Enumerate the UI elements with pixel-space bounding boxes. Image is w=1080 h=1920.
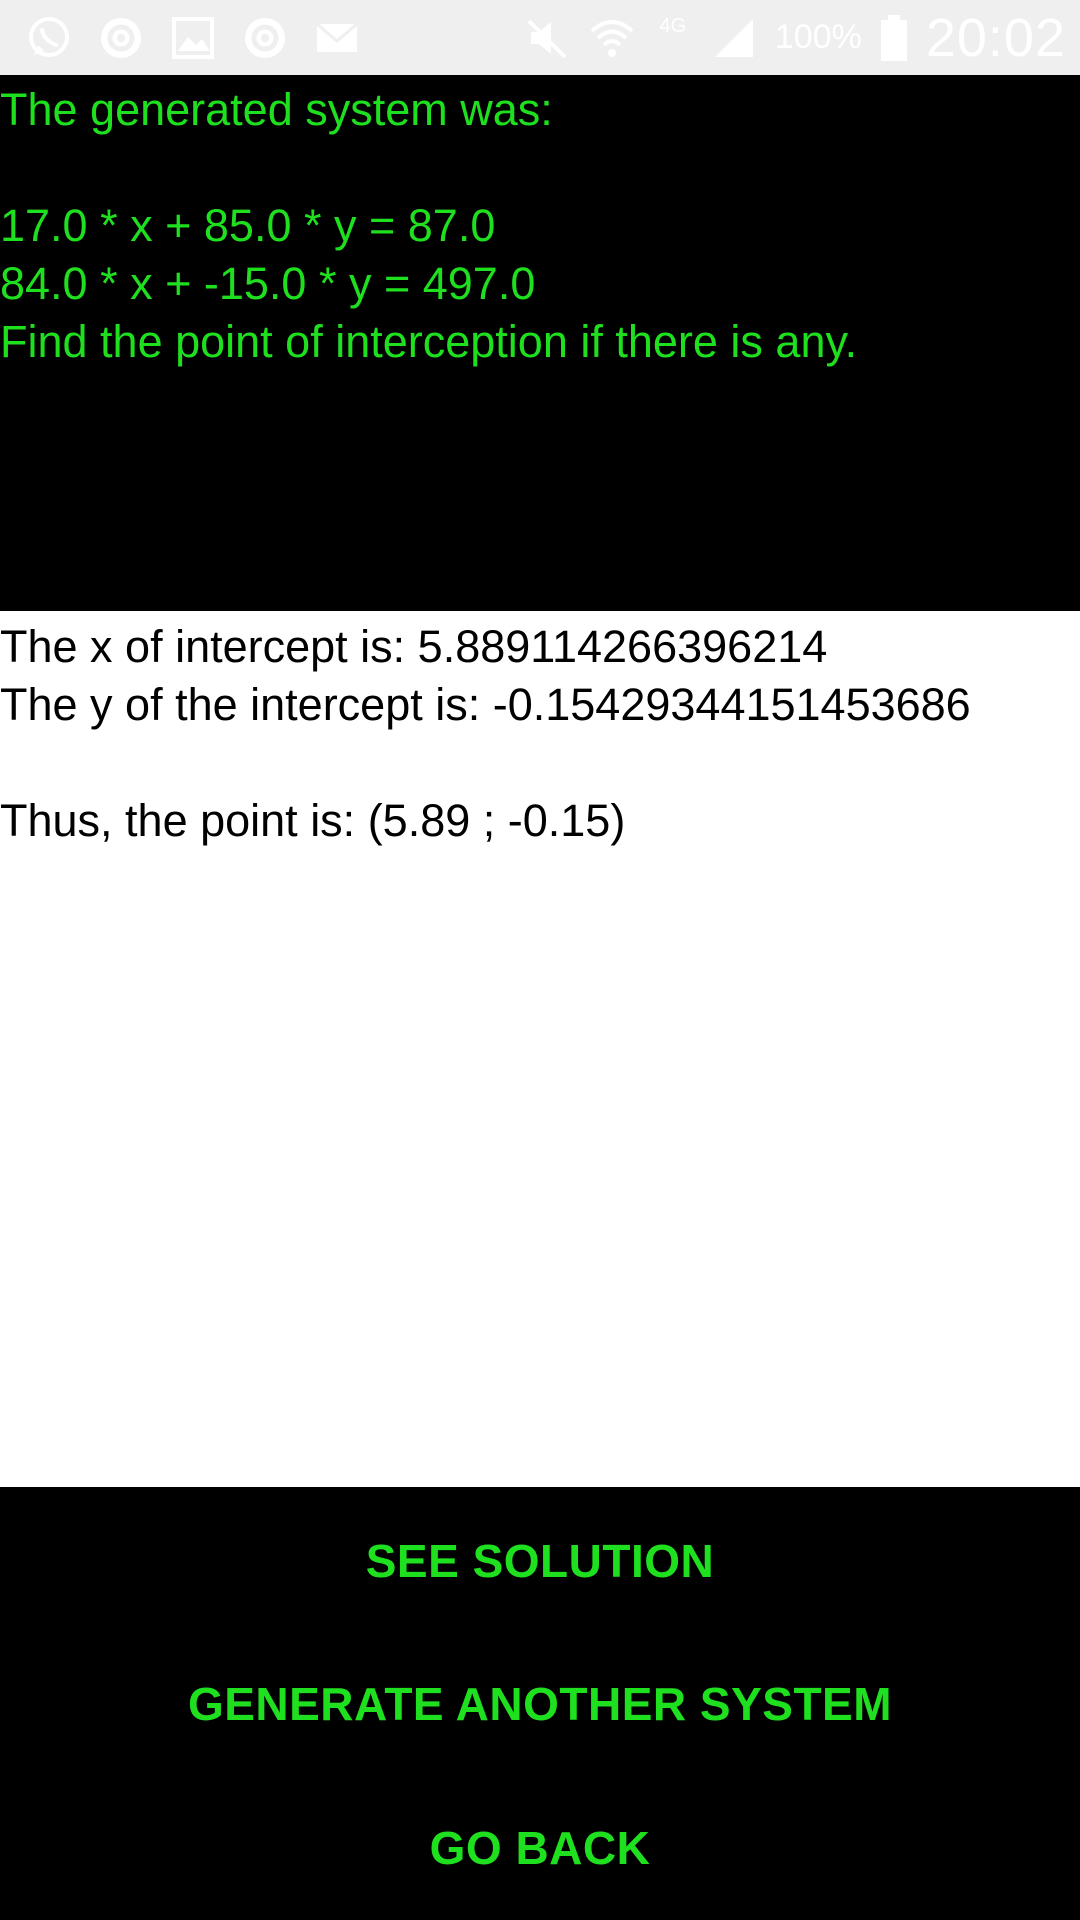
whatsapp-icon [26,15,72,61]
x-intercept-line: The x of intercept is: 5.889114266396214 [0,621,828,672]
system-icons: 4G 100% 20:02 [525,7,1066,69]
battery-icon [880,14,908,61]
problem-heading: The generated system was: [0,84,553,135]
see-solution-button[interactable]: SEE SOLUTION [0,1501,1080,1621]
swirl-app-icon [98,15,144,61]
y-intercept-line: The y of the intercept is: -0.1542934415… [0,679,971,730]
equation-2: 84.0 * x + -15.0 * y = 497.0 [0,258,536,309]
status-bar: 4G 100% 20:02 [0,0,1080,75]
intersection-point-line: Thus, the point is: (5.89 ; -0.15) [0,795,626,846]
signal-icon [711,15,757,61]
solution-panel: The x of intercept is: 5.889114266396214… [0,611,1080,1487]
clock: 20:02 [925,7,1066,68]
wifi-icon [589,15,635,61]
problem-panel: The generated system was: 17.0 * x + 85.… [0,75,1080,611]
gallery-icon [170,15,216,61]
go-back-button[interactable]: GO BACK [0,1788,1080,1908]
mute-icon [525,15,571,61]
equation-1: 17.0 * x + 85.0 * y = 87.0 [0,200,496,251]
4g-icon: 4G [659,14,687,37]
mail-icon [314,15,360,61]
swirl-app-icon [242,15,288,61]
notification-icons [26,15,360,61]
generate-another-system-button[interactable]: GENERATE ANOTHER SYSTEM [0,1644,1080,1764]
button-panel: SEE SOLUTION GENERATE ANOTHER SYSTEM GO … [0,1487,1080,1920]
problem-prompt: Find the point of interception if there … [0,316,858,367]
battery-percent: 100% [774,18,862,56]
